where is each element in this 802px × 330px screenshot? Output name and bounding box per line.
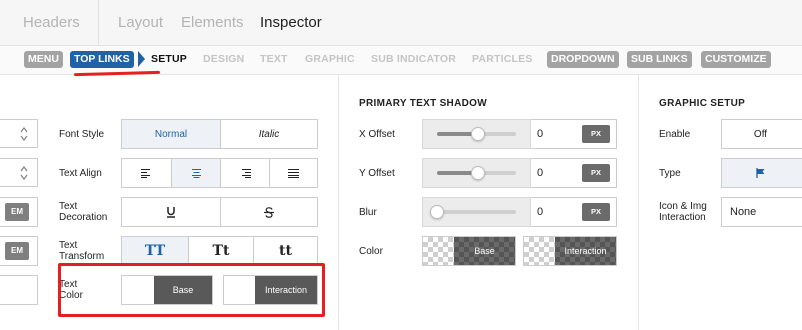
top-tab-bar: Headers Layout Elements Inspector: [0, 0, 802, 46]
unit-px-button[interactable]: PX: [582, 164, 610, 182]
tab-inspector[interactable]: Inspector: [260, 14, 322, 31]
font-style-italic-button[interactable]: Italic: [220, 120, 317, 148]
type-selector[interactable]: [721, 158, 802, 188]
stepper-icon[interactable]: [19, 126, 29, 142]
underline-icon: [167, 206, 175, 218]
font-style-normal-button[interactable]: Normal: [122, 120, 220, 148]
text-align-label: Text Align: [59, 168, 102, 179]
interaction-select[interactable]: None: [721, 197, 802, 227]
x-offset-slider[interactable]: [422, 119, 531, 149]
sub-nav-design[interactable]: DESIGN: [203, 53, 244, 65]
number-field-1[interactable]: [0, 119, 38, 148]
align-justify-button[interactable]: [269, 159, 317, 187]
blur-slider[interactable]: [422, 197, 531, 227]
align-left-icon: [141, 168, 150, 178]
tab-layout[interactable]: Layout: [118, 14, 163, 31]
font-style-toggle: Normal Italic: [121, 119, 318, 149]
align-right-icon: [241, 168, 251, 178]
text-align-group: [121, 158, 318, 188]
tab-elements[interactable]: Elements: [181, 14, 244, 31]
y-offset-slider[interactable]: [422, 158, 531, 188]
shadow-color-label: Color: [359, 246, 383, 257]
lowercase-button[interactable]: tt: [253, 237, 317, 265]
primary-text-shadow-heading: PRIMARY TEXT SHADOW: [359, 98, 487, 109]
unit-px-button[interactable]: PX: [582, 203, 610, 221]
number-field-2[interactable]: [0, 158, 38, 187]
align-center-button[interactable]: [171, 159, 220, 187]
type-label: Type: [659, 168, 681, 179]
enable-toggle[interactable]: Off: [721, 119, 802, 149]
sub-nav-customize[interactable]: CUSTOMIZE: [701, 51, 771, 68]
enable-value: Off: [753, 128, 768, 140]
sub-nav-graphic[interactable]: GRAPHIC: [305, 53, 355, 65]
blur-value: 0: [537, 206, 544, 218]
size-field-1[interactable]: EM: [0, 197, 38, 227]
column-divider: [638, 75, 639, 330]
y-offset-value: 0: [537, 167, 544, 179]
x-offset-input[interactable]: 0 PX: [531, 119, 617, 149]
sub-nav-dropdown[interactable]: DROPDOWN: [547, 51, 619, 68]
font-style-label: Font Style: [59, 129, 105, 140]
sub-nav-menu[interactable]: MENU: [24, 51, 63, 68]
x-offset-label: X Offset: [359, 129, 395, 140]
shadow-color-base-picker[interactable]: Base: [422, 236, 516, 266]
slider-handle[interactable]: [471, 127, 485, 141]
align-left-button[interactable]: [122, 159, 171, 187]
text-transform-label: Text Transform: [59, 240, 105, 262]
column-divider: [338, 75, 339, 330]
tab-headers[interactable]: Headers: [23, 14, 80, 31]
annotation-highlight-box: [58, 263, 325, 317]
shadow-color-base-label: Base: [454, 237, 515, 265]
slider-handle[interactable]: [471, 166, 485, 180]
shadow-color-interaction-label: Interaction: [555, 237, 616, 265]
flag-icon: [756, 168, 765, 178]
align-right-button[interactable]: [220, 159, 269, 187]
x-offset-value: 0: [537, 128, 544, 140]
sub-nav-text[interactable]: TEXT: [260, 53, 288, 65]
unit-em-button[interactable]: EM: [5, 203, 29, 221]
strikethrough-icon: [264, 206, 274, 218]
blur-label: Blur: [359, 207, 377, 218]
sub-nav-sub-links[interactable]: SUB LINKS: [627, 51, 692, 68]
sub-nav-sub-indicator[interactable]: SUB INDICATOR: [371, 53, 456, 65]
tab-divider: [98, 0, 99, 46]
unit-em-button[interactable]: EM: [5, 242, 29, 260]
strikethrough-button[interactable]: [220, 198, 317, 226]
text-transform-group: TT Tt tt: [121, 236, 318, 266]
blur-input[interactable]: 0 PX: [531, 197, 617, 227]
uppercase-button[interactable]: TT: [122, 237, 188, 265]
graphic-setup-heading: GRAPHIC SETUP: [659, 98, 746, 109]
enable-label: Enable: [659, 129, 691, 140]
active-arrow-icon: [138, 51, 145, 67]
unit-px-button[interactable]: PX: [582, 125, 610, 143]
text-decoration-group: [121, 197, 318, 227]
sub-nav-particles[interactable]: PARTICLES: [472, 53, 533, 65]
stepper-icon[interactable]: [19, 165, 29, 181]
align-justify-icon: [288, 168, 299, 178]
icon-img-interaction-label: Icon & Img Interaction: [659, 201, 707, 223]
sub-nav-setup[interactable]: SETUP: [151, 53, 187, 65]
interaction-select-value: None: [730, 206, 757, 218]
y-offset-label: Y Offset: [359, 168, 395, 179]
capitalize-button[interactable]: Tt: [188, 237, 253, 265]
align-center-icon: [191, 168, 201, 178]
size-field-2[interactable]: EM: [0, 236, 38, 266]
field-3[interactable]: [0, 275, 38, 305]
slider-handle[interactable]: [430, 205, 444, 219]
underline-button[interactable]: [122, 198, 220, 226]
sub-nav-bar: MENU TOP LINKS SETUP DESIGN TEXT GRAPHIC…: [0, 46, 802, 75]
shadow-color-interaction-picker[interactable]: Interaction: [523, 236, 617, 266]
y-offset-input[interactable]: 0 PX: [531, 158, 617, 188]
sub-nav-top-links[interactable]: TOP LINKS: [70, 51, 134, 68]
text-decoration-label: Text Decoration: [59, 201, 108, 223]
